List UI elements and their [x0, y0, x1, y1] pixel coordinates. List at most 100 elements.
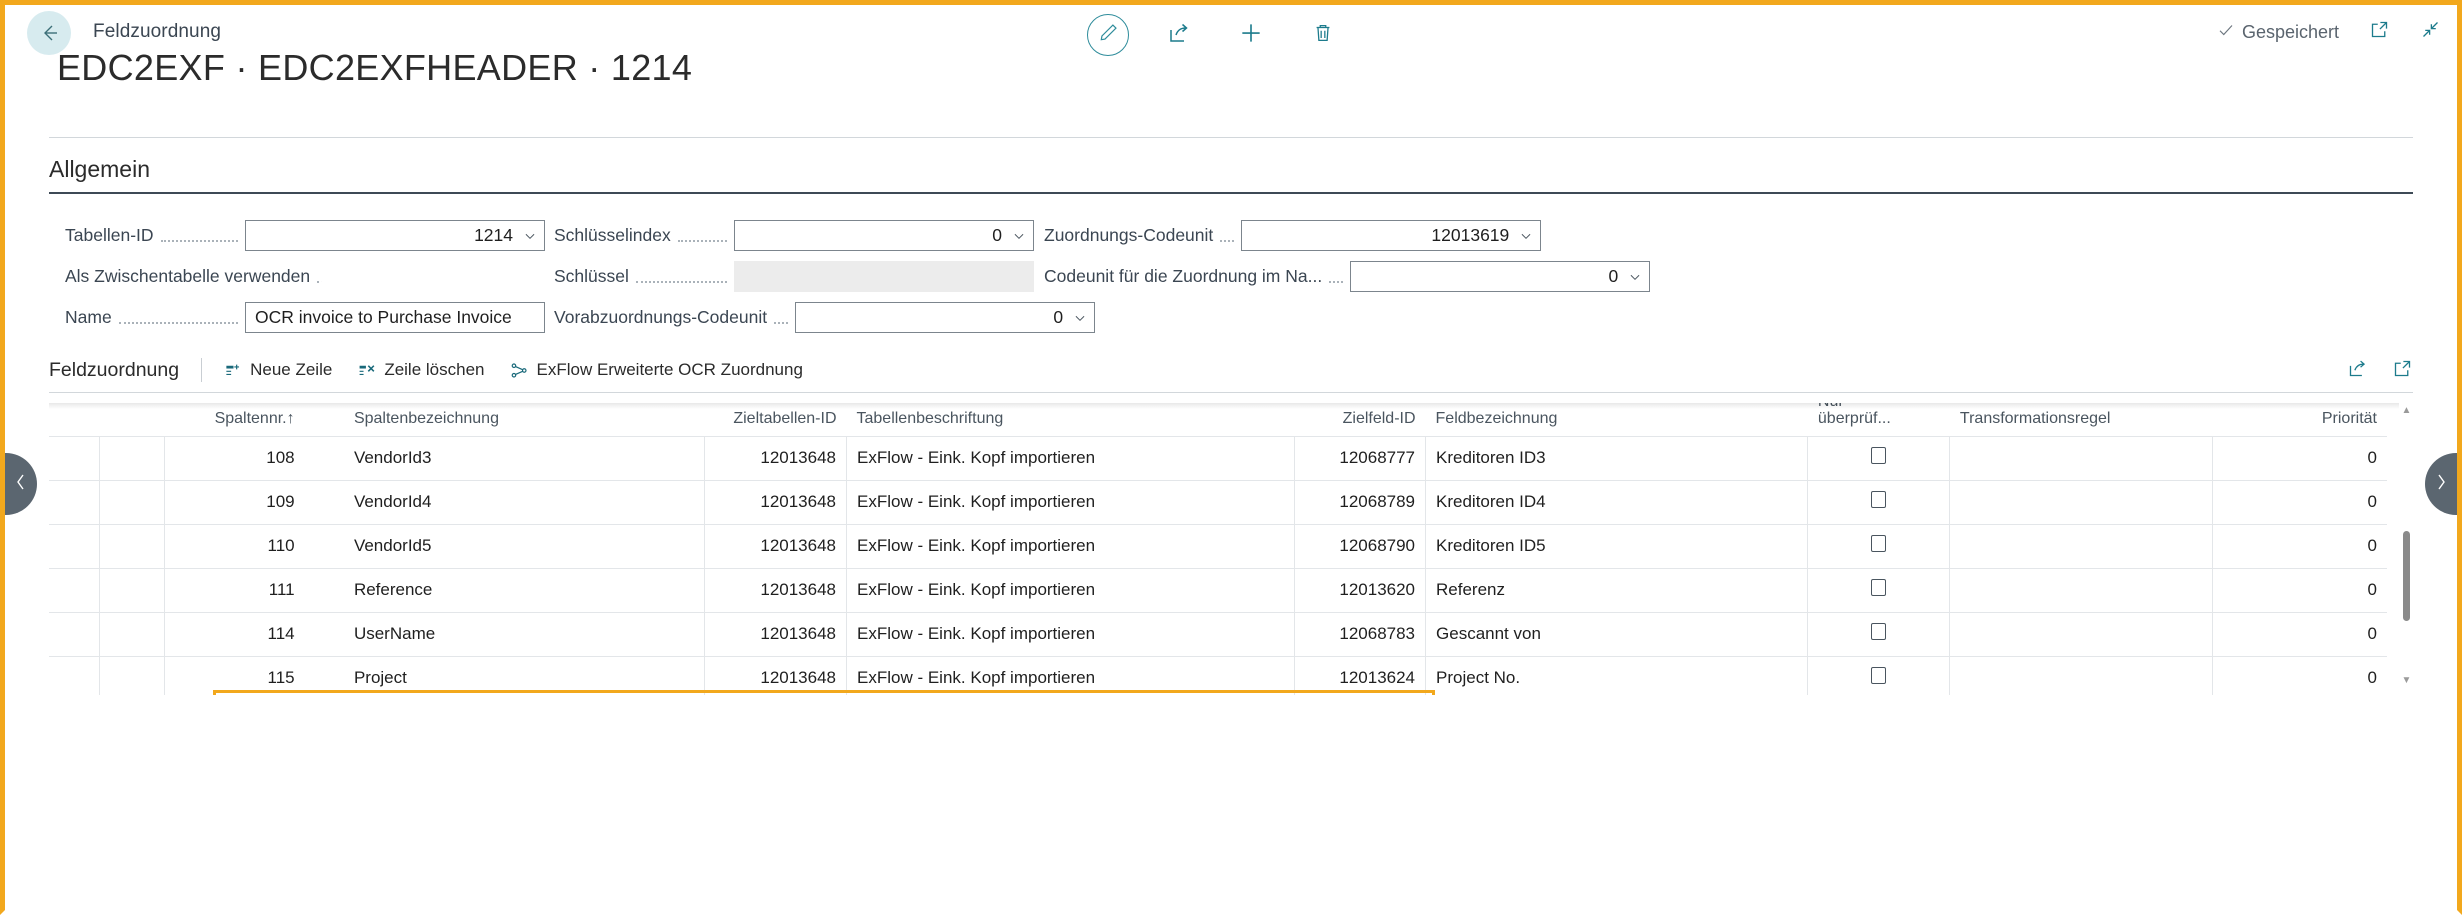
cell-tabellenbeschriftung[interactable]: ExFlow - Eink. Kopf importieren	[847, 524, 1295, 568]
codeunit-namens-input[interactable]: 0	[1350, 261, 1650, 292]
cell-tabellenbeschriftung[interactable]: ExFlow - Eink. Kopf importieren	[847, 612, 1295, 656]
cell-zielfeld-id[interactable]: 12068790	[1294, 524, 1425, 568]
th-zieltabellen-id[interactable]: Zieltabellen-ID	[704, 403, 846, 436]
cell-spaltennr[interactable]: 109	[165, 480, 305, 524]
cell-tabellenbeschriftung[interactable]: ExFlow - Eink. Kopf importieren	[847, 436, 1295, 480]
cell-prioritaet[interactable]: 0	[2212, 480, 2387, 524]
row-menu-cell[interactable]	[305, 524, 344, 568]
cell-feldbezeichnung[interactable]: Gescannt von	[1426, 612, 1808, 656]
row-menu-cell[interactable]	[305, 568, 344, 612]
cell-transformationsregel[interactable]	[1950, 656, 2212, 695]
validate-only-checkbox[interactable]	[1871, 491, 1886, 508]
cell-spaltenbezeichnung[interactable]: VendorId3	[344, 436, 705, 480]
cell-nur-ueberpruefen[interactable]	[1808, 480, 1950, 524]
cell-spaltennr[interactable]: 111	[165, 568, 305, 612]
cell-spaltenbezeichnung[interactable]: Reference	[344, 568, 705, 612]
validate-only-checkbox[interactable]	[1871, 667, 1886, 684]
th-zielfeld-id[interactable]: Zielfeld-ID	[1294, 403, 1425, 436]
open-in-new-window-button[interactable]	[2369, 19, 2390, 45]
table-row[interactable]: 114UserName12013648ExFlow - Eink. Kopf i…	[49, 612, 2387, 656]
th-spaltennr[interactable]: Spaltennr.↑	[165, 403, 305, 436]
cell-transformationsregel[interactable]	[1950, 436, 2212, 480]
row-select-cell[interactable]	[99, 568, 165, 612]
cell-spaltenbezeichnung[interactable]: VendorId5	[344, 524, 705, 568]
validate-only-checkbox[interactable]	[1871, 579, 1886, 596]
chevron-down-icon[interactable]	[1519, 229, 1533, 243]
cell-prioritaet[interactable]: 0	[2212, 568, 2387, 612]
th-spaltenbezeichnung[interactable]: Spaltenbezeichnung	[344, 403, 705, 436]
delete-row-button[interactable]: Zeile löschen	[358, 360, 484, 380]
cell-prioritaet[interactable]: 0	[2212, 612, 2387, 656]
cell-zieltabellen-id[interactable]: 12013648	[704, 436, 846, 480]
cell-nur-ueberpruefen[interactable]	[1808, 568, 1950, 612]
validate-only-checkbox[interactable]	[1871, 447, 1886, 464]
table-row[interactable]: 115Project12013648ExFlow - Eink. Kopf im…	[49, 656, 2387, 695]
delete-button[interactable]	[1301, 13, 1345, 57]
table-row[interactable]: 109 VendorId412013648ExFlow - Eink. Kopf …	[49, 480, 2387, 524]
row-select-cell[interactable]	[99, 656, 165, 695]
row-select-cell[interactable]	[99, 524, 165, 568]
collapse-button[interactable]	[2420, 19, 2441, 45]
chevron-down-icon[interactable]	[1628, 270, 1642, 284]
new-row-button[interactable]: Neue Zeile	[224, 360, 332, 380]
cell-feldbezeichnung[interactable]: Referenz	[1426, 568, 1808, 612]
cell-zieltabellen-id[interactable]: 12013648	[704, 480, 846, 524]
schluesselindex-input[interactable]: 0	[734, 220, 1034, 251]
tabellen-id-input[interactable]: 1214	[245, 220, 545, 251]
share-grid-button[interactable]	[2392, 358, 2413, 384]
row-select-cell[interactable]	[99, 436, 165, 480]
th-tabellenbeschriftung[interactable]: Tabellenbeschriftung	[847, 403, 1295, 436]
share-button[interactable]	[1157, 13, 1201, 57]
cell-zielfeld-id[interactable]: 12013620	[1294, 568, 1425, 612]
row-menu-cell[interactable]	[305, 656, 344, 695]
chevron-down-icon[interactable]	[523, 229, 537, 243]
cell-spaltenbezeichnung[interactable]: Project	[344, 656, 705, 695]
cell-spaltennr[interactable]: 115	[165, 656, 305, 695]
th-transformationsregel[interactable]: Transformationsregel	[1950, 403, 2212, 436]
cell-prioritaet[interactable]: 0	[2212, 656, 2387, 695]
cell-feldbezeichnung[interactable]: Project No.	[1426, 656, 1808, 695]
chevron-down-icon[interactable]	[1012, 229, 1026, 243]
vorabzuordnung-input[interactable]: 0	[795, 302, 1095, 333]
table-row[interactable]: 110 VendorId512013648ExFlow - Eink. Kopf …	[49, 524, 2387, 568]
validate-only-checkbox[interactable]	[1871, 623, 1886, 640]
cell-transformationsregel[interactable]	[1950, 568, 2212, 612]
cell-zieltabellen-id[interactable]: 12013648	[704, 568, 846, 612]
cell-zielfeld-id[interactable]: 12068783	[1294, 612, 1425, 656]
cell-zieltabellen-id[interactable]: 12013648	[704, 524, 846, 568]
cell-feldbezeichnung[interactable]: Kreditoren ID5	[1426, 524, 1808, 568]
cell-spaltenbezeichnung[interactable]: UserName	[344, 612, 705, 656]
th-feldbezeichnung[interactable]: Feldbezeichnung	[1426, 403, 1808, 436]
cell-nur-ueberpruefen[interactable]	[1808, 524, 1950, 568]
scrollbar-thumb[interactable]	[2403, 531, 2410, 621]
cell-spaltenbezeichnung[interactable]: VendorId4	[344, 480, 705, 524]
cell-transformationsregel[interactable]	[1950, 480, 2212, 524]
cell-tabellenbeschriftung[interactable]: ExFlow - Eink. Kopf importieren	[847, 480, 1295, 524]
cell-tabellenbeschriftung[interactable]: ExFlow - Eink. Kopf importieren	[847, 568, 1295, 612]
exflow-ocr-mapping-button[interactable]: ExFlow Erweiterte OCR Zuordnung	[510, 360, 802, 380]
edit-button[interactable]	[1087, 14, 1129, 56]
cell-prioritaet[interactable]: 0	[2212, 436, 2387, 480]
cell-nur-ueberpruefen[interactable]	[1808, 612, 1950, 656]
scroll-up-icon[interactable]: ▲	[2401, 405, 2412, 416]
cell-tabellenbeschriftung[interactable]: ExFlow - Eink. Kopf importieren	[847, 656, 1295, 695]
previous-record-button[interactable]	[5, 453, 37, 515]
cell-nur-ueberpruefen[interactable]	[1808, 656, 1950, 695]
grid-vertical-scrollbar[interactable]: ▲ ▼	[2399, 403, 2413, 688]
cell-feldbezeichnung[interactable]: Kreditoren ID3	[1426, 436, 1808, 480]
cell-transformationsregel[interactable]	[1950, 612, 2212, 656]
cell-spaltennr[interactable]: 110	[165, 524, 305, 568]
cell-zielfeld-id[interactable]: 12068777	[1294, 436, 1425, 480]
cell-feldbezeichnung[interactable]: Kreditoren ID4	[1426, 480, 1808, 524]
cell-zielfeld-id[interactable]: 12068789	[1294, 480, 1425, 524]
breadcrumb[interactable]: Feldzuordnung	[93, 21, 221, 43]
zuordnungs-codeunit-input[interactable]: 12013619	[1241, 220, 1541, 251]
row-select-cell[interactable]	[99, 480, 165, 524]
validate-only-checkbox[interactable]	[1871, 535, 1886, 552]
th-prioritaet[interactable]: Priorität	[2212, 403, 2387, 436]
new-button[interactable]	[1229, 13, 1273, 57]
row-menu-cell[interactable]	[305, 436, 344, 480]
cell-nur-ueberpruefen[interactable]	[1808, 436, 1950, 480]
cell-transformationsregel[interactable]	[1950, 524, 2212, 568]
table-row[interactable]: 111 Reference12013648ExFlow - Eink. Kopf …	[49, 568, 2387, 612]
